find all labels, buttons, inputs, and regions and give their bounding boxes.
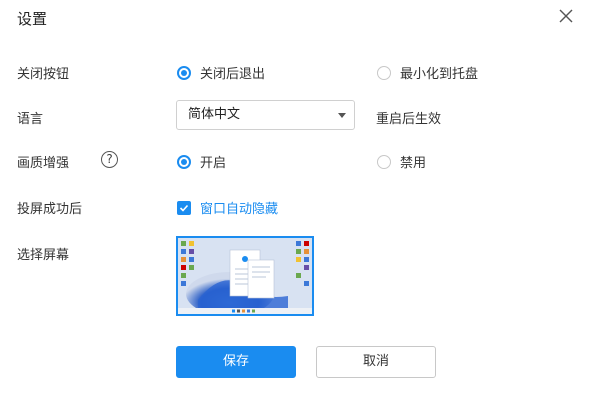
- desktop-preview-image: [178, 238, 312, 314]
- checkbox-checked-icon: [177, 200, 191, 215]
- radio-quality-off-label: 禁用: [400, 156, 427, 171]
- close-icon[interactable]: [556, 6, 576, 26]
- language-label: 语言: [17, 112, 44, 127]
- radio-quality-on-label: 开启: [200, 156, 227, 171]
- radio-minimize-to-tray[interactable]: 最小化到托盘: [377, 63, 478, 82]
- radio-unchecked-icon: [377, 65, 391, 80]
- close-behavior-label: 关闭按钮: [17, 67, 70, 82]
- caret-down-icon: [338, 113, 346, 118]
- language-select-value: 简体中文: [188, 107, 241, 122]
- cancel-button[interactable]: 取消: [316, 346, 436, 378]
- radio-exit-on-close[interactable]: 关闭后退出: [177, 63, 265, 82]
- language-select[interactable]: 简体中文: [176, 100, 355, 130]
- quality-label: 画质增强: [17, 156, 70, 171]
- radio-quality-off[interactable]: 禁用: [377, 152, 426, 171]
- auto-hide-checkbox-label: 窗口自动隐藏: [200, 202, 279, 217]
- radio-checked-icon: [177, 154, 191, 169]
- radio-quality-on[interactable]: 开启: [177, 152, 226, 171]
- radio-unchecked-icon: [377, 154, 391, 169]
- after-cast-label: 投屏成功后: [17, 202, 83, 217]
- radio-checked-icon: [177, 65, 191, 80]
- radio-minimize-to-tray-label: 最小化到托盘: [400, 67, 479, 82]
- restart-note: 重启后生效: [376, 112, 442, 127]
- screen-select-label: 选择屏幕: [17, 248, 70, 263]
- help-icon[interactable]: ?: [101, 151, 118, 168]
- screen-thumbnail[interactable]: [176, 236, 314, 316]
- auto-hide-checkbox[interactable]: 窗口自动隐藏: [177, 198, 278, 217]
- radio-exit-on-close-label: 关闭后退出: [200, 67, 266, 82]
- save-button[interactable]: 保存: [176, 346, 296, 378]
- dialog-title: 设置: [17, 10, 48, 28]
